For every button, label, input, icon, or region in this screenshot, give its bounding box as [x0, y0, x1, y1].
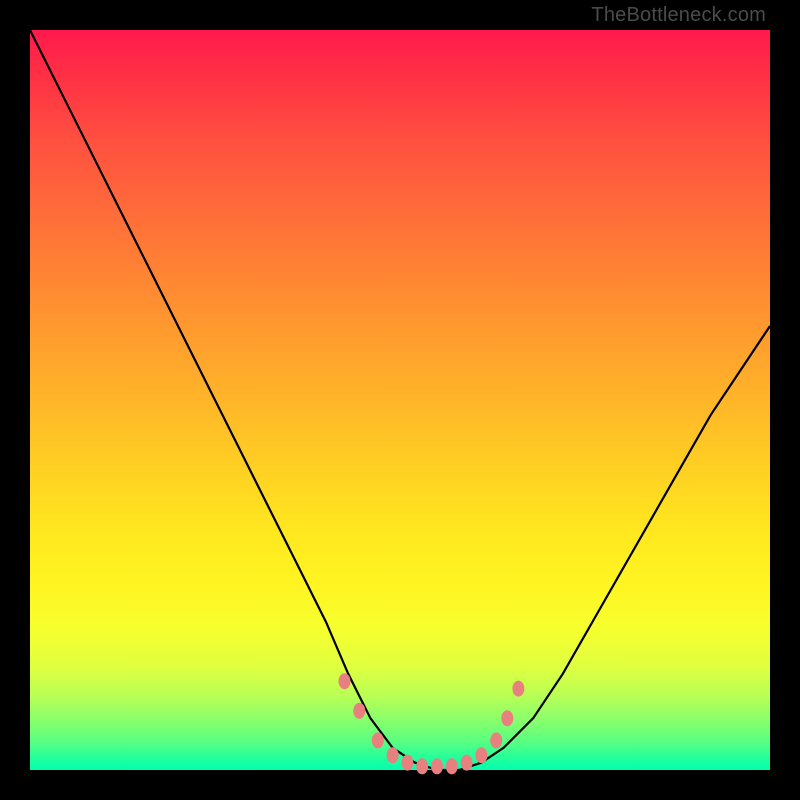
curve-marker: [431, 758, 443, 774]
curve-marker: [475, 747, 487, 763]
curve-marker: [446, 758, 458, 774]
curve-marker: [339, 673, 351, 689]
curve-marker: [416, 758, 428, 774]
curve-marker: [353, 703, 365, 719]
plot-area: [30, 30, 770, 770]
marker-group: [339, 673, 525, 774]
watermark-text: TheBottleneck.com: [591, 4, 766, 27]
curve-marker: [372, 732, 384, 748]
curve-marker: [461, 755, 473, 771]
curve-marker: [512, 681, 524, 697]
chart-frame: TheBottleneck.com: [0, 0, 800, 800]
bottleneck-curve-svg: [30, 30, 770, 770]
curve-marker: [490, 732, 502, 748]
curve-marker: [401, 755, 413, 771]
curve-marker: [387, 747, 399, 763]
curve-marker: [501, 710, 513, 726]
bottleneck-curve-path: [30, 30, 770, 770]
